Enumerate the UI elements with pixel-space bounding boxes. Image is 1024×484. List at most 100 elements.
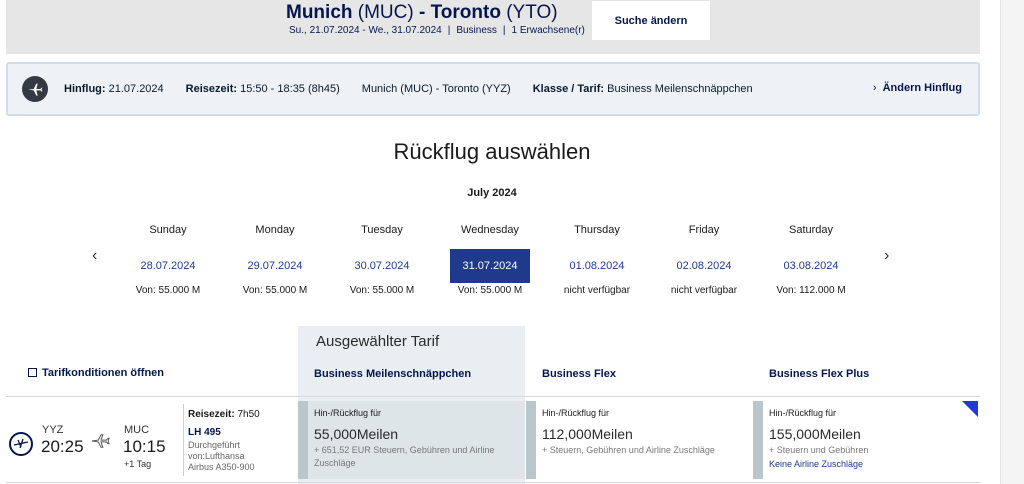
day-price: Von: 55.000 M bbox=[349, 285, 415, 296]
tariff-header-flex: Business Flex bbox=[542, 368, 616, 380]
day-monday[interactable]: Monday 29.07.2024 Von: 55.000 M bbox=[235, 222, 315, 296]
tariff-header-flex-plus: Business Flex Plus bbox=[769, 368, 870, 380]
outbound-class-value: Business Meilenschnäppchen bbox=[607, 83, 753, 95]
month-label: July 2024 bbox=[467, 187, 517, 199]
day-sunday[interactable]: Sunday 28.07.2024 Von: 55.000 M bbox=[128, 222, 208, 296]
corner-flag-icon bbox=[962, 401, 978, 417]
fare-miles: 155,000Meilen bbox=[769, 426, 861, 442]
external-window-icon bbox=[28, 368, 37, 377]
outbound-date-value: 21.07.2024 bbox=[108, 83, 164, 95]
fare-details: Hin-/Rückflug für 112,000Meilen + Steuer… bbox=[542, 408, 715, 457]
day-date[interactable]: 03.08.2024 bbox=[771, 249, 851, 283]
fare-option-flex[interactable]: Hin-/Rückflug für 112,000Meilen + Steuer… bbox=[526, 401, 752, 479]
selected-tariff-label: Ausgewählter Tarif bbox=[316, 333, 440, 350]
outbound-class-label: Klasse / Tarif: bbox=[532, 83, 605, 95]
change-outbound-label: Ändern Hinflug bbox=[882, 82, 962, 94]
chevron-right-icon: › bbox=[872, 82, 877, 94]
operated-by-line-2: von:Lufthansa bbox=[188, 451, 245, 461]
tariff-header-meilenschnaeppchen: Business Meilenschnäppchen bbox=[314, 368, 472, 380]
lufthansa-logo-icon bbox=[9, 432, 33, 456]
day-thursday[interactable]: Thursday 01.08.2024 nicht verfügbar bbox=[557, 222, 637, 296]
day-name: Sunday bbox=[149, 224, 187, 236]
row-divider bbox=[6, 482, 980, 483]
fare-route: Hin-/Rückflug für bbox=[769, 408, 837, 418]
passenger-count: 1 Erwachsene(r) bbox=[511, 25, 585, 36]
flight-number-link[interactable]: LH 495 bbox=[188, 427, 221, 438]
arrival-airport-code: MUC bbox=[124, 424, 150, 436]
search-details: Su., 21.07.2024 - We., 31.07.2024 | Busine… bbox=[289, 25, 585, 36]
duration-label: Reisezeit: bbox=[188, 409, 235, 420]
travel-dates: Su., 21.07.2024 - We., 31.07.2024 bbox=[289, 25, 442, 36]
row-divider bbox=[6, 396, 980, 397]
previous-week-arrow[interactable]: ‹ bbox=[92, 247, 97, 265]
day-name: Friday bbox=[688, 224, 720, 236]
outbound-route: Munich (MUC) - Toronto (YYZ) bbox=[361, 83, 511, 95]
fare-details: Hin-/Rückflug für 55,000Meilen + 651,52 … bbox=[314, 408, 494, 470]
airplane-icon bbox=[22, 76, 48, 102]
day-price: nicht verfügbar bbox=[670, 285, 738, 296]
page-title: Rückflug auswählen bbox=[393, 139, 591, 164]
arrival-time: 10:15 bbox=[123, 437, 166, 456]
day-date[interactable]: 29.07.2024 bbox=[235, 249, 315, 283]
open-tariff-conditions-link[interactable]: Tarifkonditionen öffnen bbox=[28, 367, 164, 379]
destination-code: (YTO) bbox=[506, 2, 558, 23]
next-week-arrow[interactable]: › bbox=[884, 247, 889, 265]
no-airline-surcharge-link[interactable]: Keine Airline Zuschläge bbox=[769, 459, 868, 469]
change-search-button[interactable]: Suche ändern bbox=[592, 1, 710, 40]
fare-tax-line-1: + 651,52 EUR Steuern, Gebühren und Airli… bbox=[314, 445, 495, 455]
duration-value: 7h50 bbox=[237, 409, 260, 420]
next-day-indicator: +1 Tag bbox=[124, 459, 152, 469]
day-saturday[interactable]: Saturday 03.08.2024 Von: 112.000 M bbox=[771, 222, 851, 296]
fare-indicator-bar bbox=[753, 401, 763, 479]
day-price: Von: 55.000 M bbox=[457, 285, 523, 296]
day-name: Monday bbox=[255, 224, 295, 236]
operator-info: Durchgeführt von:Lufthansa Airbus A350-9… bbox=[188, 440, 268, 473]
day-name: Saturday bbox=[788, 224, 834, 236]
origin-city: Munich bbox=[286, 2, 353, 23]
day-name: Thursday bbox=[574, 224, 620, 236]
fare-taxes: + Steuern, Gebühren und Airline Zuschläg… bbox=[542, 445, 715, 455]
aircraft-type: Airbus A350-900 bbox=[188, 462, 255, 472]
day-date[interactable]: 30.07.2024 bbox=[342, 249, 422, 283]
outbound-time-value: 15:50 - 18:35 (8h45) bbox=[240, 83, 340, 95]
airplane-icon bbox=[90, 432, 112, 455]
fare-miles: 55,000Meilen bbox=[314, 426, 399, 442]
departure-airport-code: YYZ bbox=[42, 424, 64, 436]
fare-option-flex-plus[interactable]: Hin-/Rückflug für 155,000Meilen + Steuer… bbox=[753, 401, 979, 479]
fare-indicator-bar bbox=[298, 401, 308, 479]
route-dash: - bbox=[419, 2, 426, 23]
destination-city: Toronto bbox=[430, 2, 501, 23]
operated-by-line-1: Durchgeführt bbox=[188, 440, 241, 450]
cabin-class: Business bbox=[456, 25, 497, 36]
day-tuesday[interactable]: Tuesday 30.07.2024 Von: 55.000 M bbox=[342, 222, 422, 296]
tariff-conditions-label: Tarifkonditionen öffnen bbox=[42, 367, 165, 379]
outbound-date-label: Hinflug: bbox=[64, 83, 106, 95]
separator: | bbox=[502, 25, 506, 36]
outbound-class: Klasse / Tarif: Business Meilenschnäppch… bbox=[533, 83, 753, 95]
day-date[interactable]: 28.07.2024 bbox=[128, 249, 208, 283]
outbound-flight-summary: Hinflug: 21.07.2024 Reisezeit: 15:50 - 1… bbox=[6, 62, 980, 116]
route-title: Munich (MUC) - Toronto (YTO) bbox=[286, 2, 558, 24]
day-date[interactable]: 02.08.2024 bbox=[664, 249, 744, 283]
page: Munich (MUC) - Toronto (YTO) Su., 21.07.… bbox=[0, 0, 1024, 484]
fare-route: Hin-/Rückflug für bbox=[314, 408, 382, 418]
day-price: Von: 55.000 M bbox=[135, 285, 201, 296]
fare-tax-line-2: Zuschläge bbox=[314, 458, 356, 468]
column-separator bbox=[183, 404, 184, 476]
day-name: Wednesday bbox=[461, 224, 519, 236]
fare-miles: 112,000Meilen bbox=[542, 426, 633, 442]
day-date[interactable]: 01.08.2024 bbox=[557, 249, 637, 283]
flight-duration: Reisezeit: 7h50 bbox=[188, 409, 260, 420]
departure-time: 20:25 bbox=[41, 437, 84, 456]
day-friday[interactable]: Friday 02.08.2024 nicht verfügbar bbox=[664, 222, 744, 296]
fare-taxes: + 651,52 EUR Steuern, Gebühren und Airli… bbox=[314, 444, 494, 470]
fare-details: Hin-/Rückflug für 155,000Meilen + Steuer… bbox=[769, 408, 868, 469]
scrollbar[interactable] bbox=[1000, 0, 1024, 484]
origin-code: (MUC) bbox=[357, 2, 414, 23]
day-date[interactable]: 31.07.2024 bbox=[450, 249, 530, 283]
day-price: Von: 112.000 M bbox=[776, 285, 846, 296]
day-wednesday-selected[interactable]: Wednesday 31.07.2024 Von: 55.000 M bbox=[450, 222, 530, 296]
fare-taxes: + Steuern und Gebühren bbox=[769, 445, 869, 455]
fare-option-meilenschnaeppchen[interactable]: Hin-/Rückflug für 55,000Meilen + 651,52 … bbox=[298, 401, 525, 479]
change-outbound-link[interactable]: › Ändern Hinflug bbox=[873, 82, 962, 94]
